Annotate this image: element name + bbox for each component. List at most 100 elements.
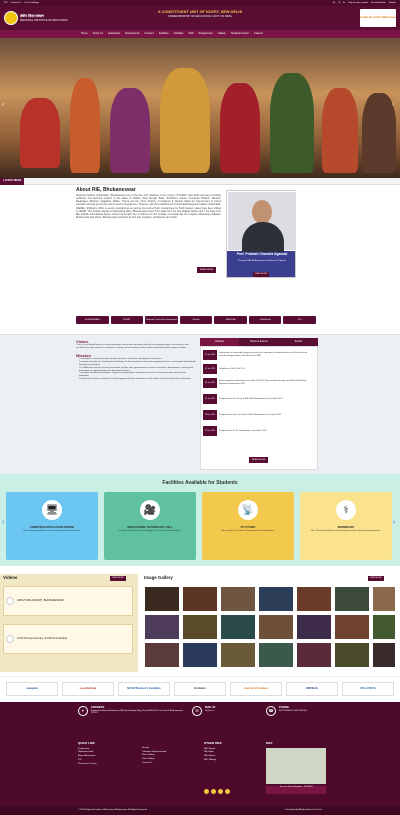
footer-link[interactable]: Placement & Career <box>78 763 97 766</box>
footer-link[interactable]: Results <box>142 747 166 750</box>
gallery-photo[interactable] <box>334 614 370 640</box>
logo-link[interactable]: NCERT <box>110 316 144 324</box>
facility-card[interactable]: ⚕ DISPENSARY Mrs. Pranati Pattnaik the c… <box>300 492 392 560</box>
gallery-photo[interactable] <box>334 642 370 668</box>
partner-logo-epathshala[interactable]: e-pathshala <box>62 681 114 696</box>
partner-logo-jeevan-pramaan[interactable]: Jeevan Pramaan <box>230 681 282 696</box>
facilities-next-arrow-icon[interactable]: › <box>393 518 395 527</box>
facility-card[interactable]: 🖥 COMPUTER APPLICATION CENTRE The comput… <box>6 492 98 560</box>
nav-departments[interactable]: Departments <box>124 31 140 36</box>
font-decrease-button[interactable]: A- <box>343 2 345 5</box>
nav-activities[interactable]: Activities <box>173 31 185 36</box>
gallery-photo[interactable] <box>144 614 180 640</box>
font-normal-button[interactable]: A <box>339 2 340 5</box>
footer-link[interactable]: RIE, Mysuru <box>204 755 222 758</box>
footer-link[interactable]: RIE, Shillong <box>204 759 222 762</box>
nav-students-corner[interactable]: Students Corner <box>230 31 250 36</box>
hero-next-arrow-icon[interactable]: › <box>392 102 394 110</box>
nav-home[interactable]: Home <box>80 31 89 36</box>
screen-reader-link[interactable]: Screen Reader <box>371 2 386 5</box>
principal-read-more-button[interactable]: READ MORE <box>253 272 270 277</box>
notice-item[interactable]: 27 Dec 2022 Programme for M.Sc. Examinati… <box>203 425 315 437</box>
twitter-icon[interactable] <box>211 789 216 794</box>
notice-item[interactable]: 05 Jan 2023 Guidelines of Ex-C.S-IIC-1.9 <box>203 363 315 375</box>
nav-careers[interactable]: Careers <box>253 31 264 36</box>
partner-logo-diksha[interactable]: DIKSHA <box>286 681 338 696</box>
facebook-icon[interactable] <box>204 789 209 794</box>
topbar-link-contact[interactable]: Contact Us <box>10 2 21 5</box>
video-item[interactable]: ABOUT RIE (NCERT), BHUBANESWAR <box>3 586 133 616</box>
gallery-photo[interactable] <box>296 614 332 640</box>
gallery-photo[interactable] <box>220 586 256 612</box>
footer-link[interactable]: Photo Gallery <box>142 754 166 757</box>
gallery-photo[interactable] <box>220 614 256 640</box>
facilities-prev-arrow-icon[interactable]: ‹ <box>2 518 4 527</box>
nav-facilities[interactable]: Facilities <box>158 31 170 36</box>
gallery-photo[interactable] <box>372 642 396 668</box>
notice-item[interactable]: 10 Jan 2023 Submission of immovable prope… <box>203 349 315 361</box>
nav-about[interactable]: About Us <box>92 31 104 36</box>
footer-link[interactable]: Video Gallery <box>142 758 166 761</box>
notice-item[interactable]: 01 Jan 2023 Programme for the 1st year B.… <box>203 393 315 405</box>
facility-card[interactable]: 🎥 EDUCATIONAL TECHNOLOGY CELL In charge … <box>104 492 196 560</box>
tab-news-events[interactable]: News & Events <box>239 338 279 346</box>
partner-logo-emblem[interactable]: Emblem <box>174 681 226 696</box>
footer-link[interactable]: Alumni Association <box>78 755 97 758</box>
gallery-photo[interactable] <box>372 586 396 612</box>
location-map[interactable] <box>266 748 326 784</box>
nav-nss[interactable]: NSS <box>187 31 194 36</box>
language-select[interactable]: English <box>389 2 396 5</box>
instagram-icon[interactable] <box>225 789 230 794</box>
gallery-photo[interactable] <box>296 586 332 612</box>
partner-logo-swayam[interactable]: swayam <box>6 681 58 696</box>
gallery-photo[interactable] <box>182 642 218 668</box>
facility-card[interactable]: 📡 ICT STUDIO We provides ICT studio for … <box>202 492 294 560</box>
gallery-photo[interactable] <box>334 586 370 612</box>
notice-item[interactable]: 28 Dec 2022 Programme for the 3 year B.Sc… <box>203 409 315 421</box>
nav-courses[interactable]: Courses <box>144 31 155 36</box>
gallery-photo[interactable] <box>296 642 332 668</box>
youtube-icon[interactable] <box>218 789 223 794</box>
tab-tender[interactable]: Tender <box>278 338 318 346</box>
video-item[interactable]: 127th birth anniversary of Dr.B.R.Ambedk… <box>3 624 133 654</box>
notice-item[interactable]: 03 Jan 2023 Notice regarding notification… <box>203 377 315 389</box>
mail-text[interactable]: rie@nic.in <box>205 710 215 713</box>
notices-read-more-button[interactable]: READ MORE <box>249 457 269 463</box>
font-increase-button[interactable]: A+ <box>333 2 336 5</box>
tab-notices[interactable]: Notices <box>200 338 240 346</box>
logo-link[interactable]: ePathshala <box>248 316 282 324</box>
gallery-photo[interactable] <box>144 586 180 612</box>
logo-link[interactable]: RTI <box>283 316 317 324</box>
partner-logo-evidya[interactable]: FM eVIDYA <box>342 681 394 696</box>
topbar-link-holidays[interactable]: List of Holidays <box>24 2 39 5</box>
partner-logo-ncw[interactable]: NCW Women's Helpline <box>118 681 170 696</box>
gallery-photo[interactable] <box>144 642 180 668</box>
skip-link[interactable]: Skip to main content <box>348 2 368 5</box>
gallery-photo[interactable] <box>182 586 218 612</box>
gallery-photo[interactable] <box>372 614 396 640</box>
logo-link[interactable]: NISHTHA <box>214 316 247 324</box>
nav-academics[interactable]: Academics <box>107 31 121 36</box>
footer-link[interactable]: Rajbhasha Hindi <box>78 751 97 754</box>
nav-gallery[interactable]: Gallery <box>217 31 227 36</box>
nav-programmes[interactable]: Programmes <box>198 31 214 36</box>
about-read-more-button[interactable]: READ MORE <box>197 267 217 273</box>
footer-link[interactable]: RTI <box>78 759 97 762</box>
footer-link[interactable]: E-admission <box>78 748 97 751</box>
gallery-view-more-button[interactable]: VIEW MORE <box>368 576 384 581</box>
gallery-photo[interactable] <box>258 586 294 612</box>
site-logo[interactable]: क्षेत्रीय शिक्षा संस्थान REGIONAL INSTIT… <box>4 9 74 27</box>
footer-link[interactable]: Contact Us <box>142 762 166 765</box>
logo-link[interactable]: Diksha <box>179 316 213 324</box>
gallery-photo[interactable] <box>182 614 218 640</box>
logo-link[interactable]: E-PATHSHALA <box>76 316 109 324</box>
footer-link[interactable]: RIE, Ajmer <box>204 751 222 754</box>
topbar-link-rti[interactable]: RTI <box>4 2 7 5</box>
gallery-photo[interactable] <box>258 614 294 640</box>
videos-view-more-button[interactable]: VIEW MORE <box>110 576 126 581</box>
logo-link[interactable]: National Curriculum Framework <box>145 316 178 324</box>
hero-prev-arrow-icon[interactable]: ‹ <box>2 102 4 110</box>
gallery-photo[interactable] <box>220 642 256 668</box>
gallery-photo[interactable] <box>258 642 294 668</box>
phone-text: 0674-2563014, 0674-2563141 <box>279 709 307 712</box>
